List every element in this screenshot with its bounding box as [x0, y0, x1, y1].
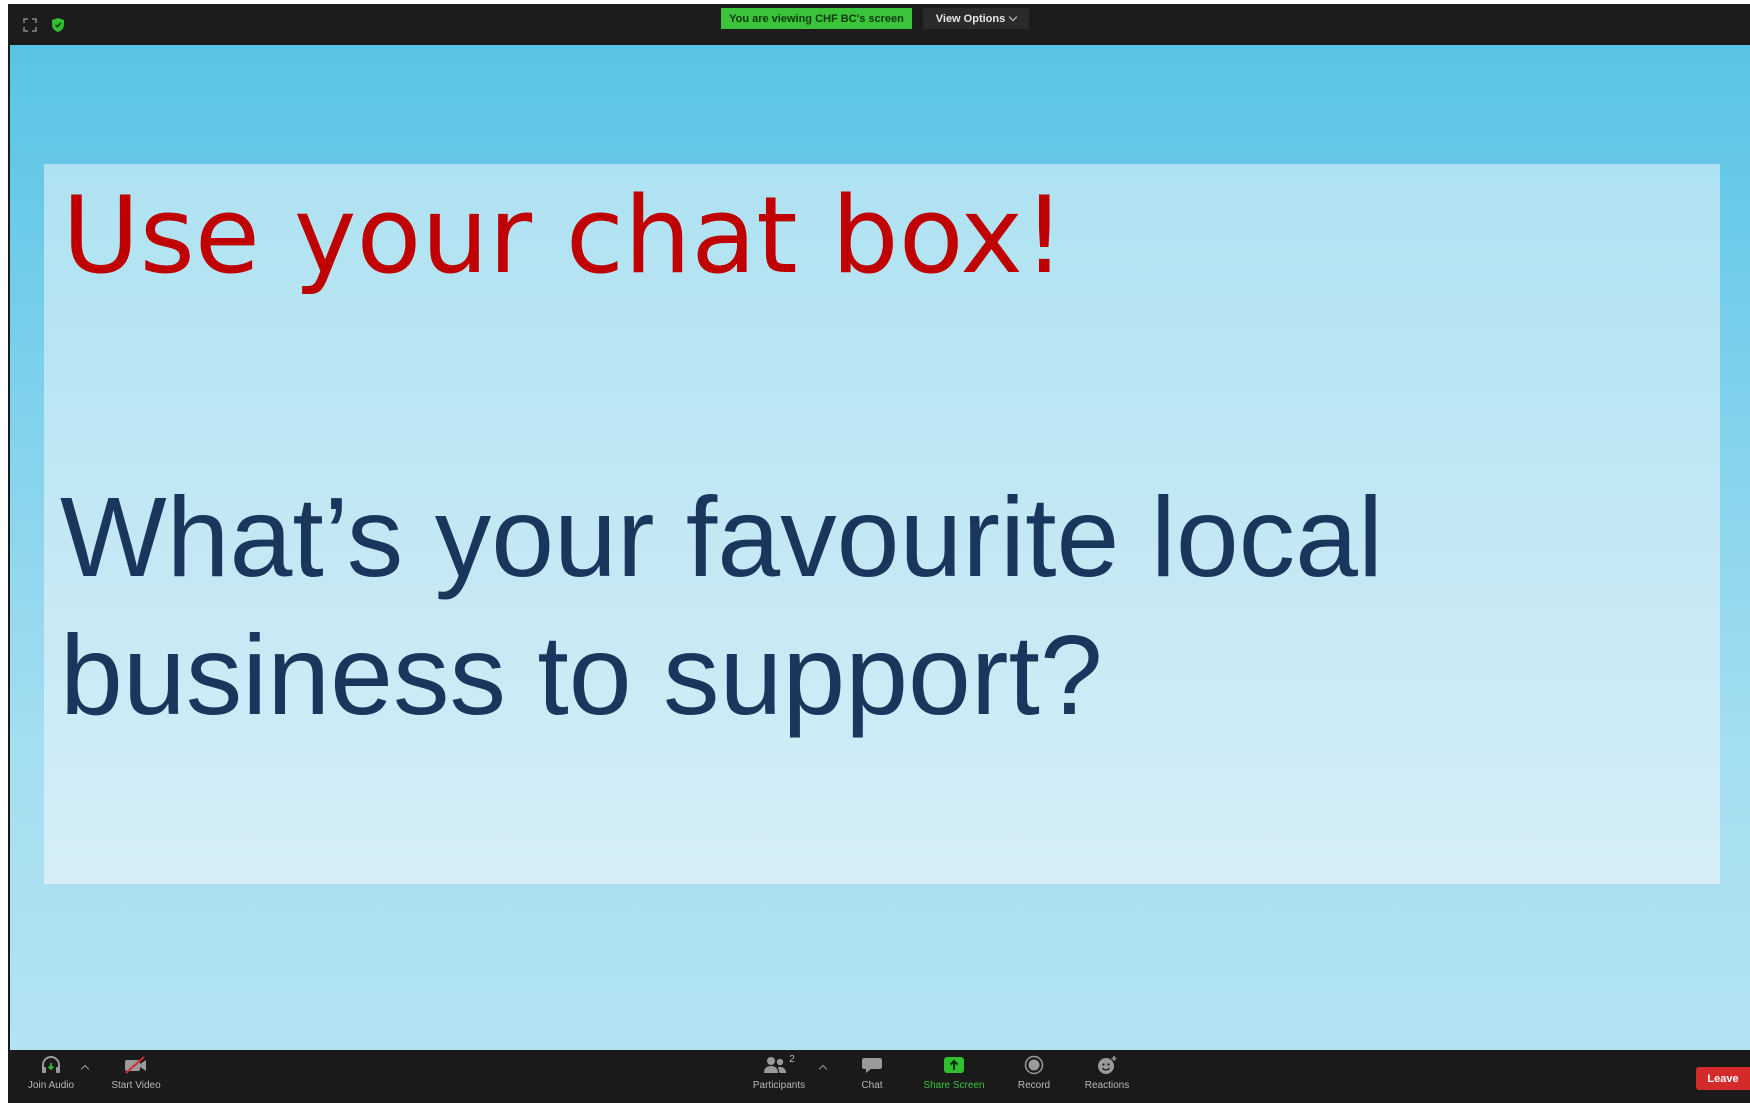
headphones-icon [40, 1052, 62, 1078]
question-line-2: business to support? [60, 612, 1103, 738]
shared-screen: Use your chat box! What’s your favourite… [10, 45, 1750, 1050]
slide-content-box: Use your chat box! What’s your favourite… [44, 164, 1720, 884]
participants-label: Participants [752, 1080, 806, 1091]
share-screen-label: Share Screen [923, 1080, 985, 1091]
question-line-1: What’s your favourite local [60, 474, 1384, 600]
view-options-button[interactable]: View Options [923, 8, 1029, 29]
participants-button[interactable]: 2 Participants [744, 1052, 814, 1101]
meeting-toolbar: Join Audio Start Video 2 Participants Ch… [8, 1050, 1750, 1103]
participants-icon-wrap: 2 [763, 1052, 795, 1078]
record-icon [1023, 1052, 1045, 1078]
join-audio-button[interactable]: Join Audio [24, 1052, 78, 1101]
people-icon [764, 1057, 787, 1073]
reactions-label: Reactions [1084, 1080, 1130, 1091]
shield-icon[interactable] [50, 17, 66, 33]
start-video-label: Start Video [111, 1080, 161, 1091]
fullscreen-icon[interactable] [22, 17, 38, 33]
record-button[interactable]: Record [1013, 1052, 1055, 1101]
audio-options-caret[interactable] [80, 1064, 90, 1074]
zoom-window: You are viewing CHF BC's screen View Opt… [8, 4, 1750, 1103]
top-bar: You are viewing CHF BC's screen View Opt… [8, 4, 1750, 45]
share-screen-icon [943, 1052, 965, 1078]
chevron-down-icon [1008, 12, 1018, 22]
chat-bubble-icon [861, 1052, 883, 1078]
chat-button[interactable]: Chat [854, 1052, 890, 1101]
participants-options-caret[interactable] [818, 1064, 828, 1074]
reactions-button[interactable]: Reactions [1080, 1052, 1134, 1101]
view-options-label: View Options [935, 12, 1006, 25]
video-off-icon [123, 1052, 149, 1078]
slide-heading: Use your chat box! [62, 174, 1066, 297]
chat-label: Chat [861, 1080, 883, 1091]
share-screen-button[interactable]: Share Screen [918, 1052, 990, 1101]
reactions-icon [1096, 1052, 1118, 1078]
start-video-button[interactable]: Start Video [106, 1052, 166, 1101]
viewing-screen-banner: You are viewing CHF BC's screen [721, 8, 912, 29]
leave-button[interactable]: Leave [1696, 1067, 1750, 1090]
participants-count: 2 [789, 1054, 795, 1065]
join-audio-label: Join Audio [27, 1080, 75, 1091]
slide-question: What’s your favourite local business to … [60, 468, 1660, 744]
record-label: Record [1017, 1080, 1051, 1091]
